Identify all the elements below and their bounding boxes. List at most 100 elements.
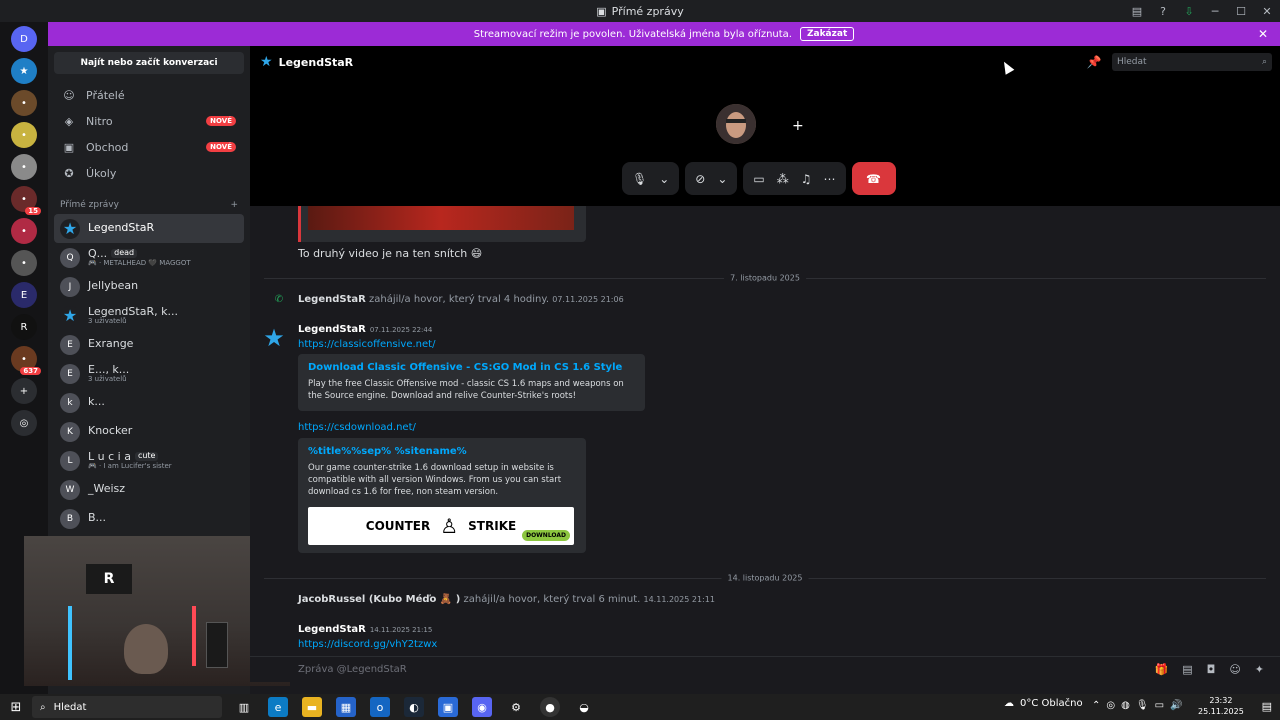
add-participant-icon[interactable]: + <box>792 118 804 134</box>
server-icon[interactable]: • <box>11 250 37 276</box>
close-button[interactable]: ✕ <box>1254 5 1280 18</box>
screenshare-icon[interactable]: ▭ <box>753 172 764 186</box>
chevron-down-icon[interactable]: ⌄ <box>717 172 727 186</box>
download-icon[interactable]: ⇩ <box>1176 5 1202 18</box>
taskbar-clock[interactable]: 23:32 25.11.2025 <box>1198 696 1244 718</box>
gift-icon[interactable]: 🎁 <box>1155 663 1169 676</box>
outlook-icon[interactable]: o <box>370 697 390 717</box>
camera-control[interactable]: ⊘ ⌄ <box>685 162 738 195</box>
app-icon[interactable]: ▣ <box>438 697 458 717</box>
dm-item[interactable]: W _Weisz <box>54 475 244 504</box>
dm-item[interactable]: E Exrange <box>54 330 244 359</box>
notification-icon[interactable]: ▤ <box>1262 700 1272 713</box>
dm-item[interactable]: k k... <box>54 388 244 417</box>
embed-image[interactable]: COUNTER ♙ STRIKE DOWNLOAD <box>308 506 574 545</box>
message-avatar[interactable]: ★ <box>260 324 288 352</box>
emoji-icon[interactable]: ☺ <box>1229 663 1240 676</box>
windows-start-icon[interactable]: ⊞ <box>0 700 32 715</box>
nav-item-úkoly[interactable]: ✪ Úkoly <box>54 160 244 186</box>
message-link[interactable]: https://classicoffensive.net/ <box>298 339 435 350</box>
dm-item[interactable]: Q Q... dead 🎮 · METALHEAD 🖤 MAGGOT <box>54 243 244 272</box>
activities-icon[interactable]: ⁂ <box>777 172 789 186</box>
inbox-icon[interactable]: ▤ <box>1124 5 1150 18</box>
server-icon[interactable]: • <box>11 122 37 148</box>
mic-icon[interactable]: 🎙 <box>1136 700 1149 711</box>
minimize-button[interactable]: ─ <box>1202 5 1228 18</box>
find-conversation-button[interactable]: Najít nebo začít konverzaci <box>54 52 244 74</box>
soundboard-icon[interactable]: ♫ <box>801 172 812 186</box>
more-icon[interactable]: ⋯ <box>824 172 836 186</box>
dm-item[interactable]: J Jellybean <box>54 272 244 301</box>
chevron-down-icon[interactable]: ⌄ <box>659 172 669 186</box>
system-tray[interactable]: ⌃ ◎ ◍ 🎙 ▭ 🔊 <box>1092 700 1182 711</box>
steam-icon[interactable]: ◐ <box>404 697 424 717</box>
help-icon[interactable]: ? <box>1150 5 1176 18</box>
nav-item-nitro[interactable]: ◈ Nitro NOVÉ <box>54 108 244 134</box>
nav-item-přátelé[interactable]: ☺ Přátelé <box>54 82 244 108</box>
message-author[interactable]: LegendStaR <box>298 324 366 335</box>
video-thumbnail[interactable] <box>308 206 574 230</box>
server-icon[interactable]: ◎ <box>11 410 37 436</box>
server-icon[interactable]: D <box>11 26 37 52</box>
pin-icon[interactable]: 📌 <box>1087 55 1102 69</box>
message-author[interactable]: LegendStaR <box>298 624 366 635</box>
embed-title[interactable]: Download Classic Offensive - CS:GO Mod i… <box>308 362 635 373</box>
sticker-icon[interactable]: ◘ <box>1207 663 1216 676</box>
apps-icon[interactable]: ✦ <box>1255 663 1264 676</box>
settings-icon[interactable]: ⚙ <box>506 697 526 717</box>
edge-icon[interactable]: e <box>268 697 288 717</box>
hangup-icon[interactable]: ☎ <box>866 172 881 186</box>
chevron-up-icon[interactable]: ⌃ <box>1092 700 1100 711</box>
server-icon[interactable]: • 637 <box>11 346 41 375</box>
close-icon[interactable]: ✕ <box>1258 27 1268 41</box>
maximize-button[interactable]: ☐ <box>1228 5 1254 18</box>
create-dm-icon[interactable]: + <box>230 200 238 210</box>
gif-icon[interactable]: ▤ <box>1182 663 1192 676</box>
discord-icon[interactable]: ◉ <box>472 697 492 717</box>
dm-item[interactable]: B B... <box>54 504 244 533</box>
tray-app-icon[interactable]: ◍ <box>1121 700 1130 711</box>
activity-controls[interactable]: ▭ ⁂ ♫ ⋯ <box>743 162 846 195</box>
message-composer[interactable]: Zpráva @LegendStaR 🎁 ▤ ◘ ☺ ✦ <box>250 656 1280 682</box>
server-icon[interactable]: ★ <box>11 58 37 84</box>
camera-off-icon[interactable]: ⊘ <box>695 172 705 186</box>
server-icon[interactable]: • <box>11 154 37 180</box>
date-divider-label: 14. listopadu 2025 <box>721 573 809 583</box>
network-icon[interactable]: ▭ <box>1155 700 1164 711</box>
server-icon[interactable]: R <box>11 314 37 340</box>
store-icon[interactable]: ▦ <box>336 697 356 717</box>
hangup-button[interactable]: ☎ <box>851 162 896 195</box>
mic-icon[interactable]: 🎙 <box>632 172 647 186</box>
call-text: zahájil/a hovor, který trval 4 hodiny. <box>369 294 550 305</box>
obs-icon[interactable]: ● <box>540 697 560 717</box>
volume-icon[interactable]: 🔊 <box>1170 700 1182 711</box>
server-icon[interactable]: + <box>11 378 37 404</box>
video-embed[interactable] <box>298 206 586 242</box>
mic-control[interactable]: 🎙 ⌄ <box>622 162 680 195</box>
dm-name: Knocker <box>88 424 133 438</box>
explorer-icon[interactable]: ▬ <box>302 697 322 717</box>
embed-title[interactable]: %title%%sep% %sitename% <box>308 446 576 457</box>
caller-name[interactable]: JacobRussel (Kubo Méďo 🧸 ) <box>298 594 460 605</box>
message-link[interactable]: https://discord.gg/vhY2tzwx <box>298 639 437 650</box>
dm-item[interactable]: K Knocker <box>54 417 244 446</box>
server-icon[interactable]: E <box>11 282 37 308</box>
app-icon[interactable]: ◒ <box>574 697 594 717</box>
taskbar-search[interactable]: ⌕ Hledat <box>32 696 222 718</box>
dm-item[interactable]: L L u c i a cute 🎮 · I am Lucifer's sister <box>54 446 244 475</box>
nav-item-obchod[interactable]: ▣ Obchod NOVÉ <box>54 134 244 160</box>
message-link[interactable]: https://csdownload.net/ <box>298 422 416 433</box>
weather-widget[interactable]: ☁ 0°C Oblačno <box>1004 698 1083 709</box>
caller-name[interactable]: LegendStaR <box>298 294 366 305</box>
search-input[interactable]: Hledat ⌕ <box>1112 53 1272 71</box>
dm-item[interactable]: E E..., k... 3 uživatelů <box>54 359 244 388</box>
server-icon[interactable]: • <box>11 90 37 116</box>
dm-item[interactable]: ★ LegendStaR <box>54 214 244 243</box>
call-participant-avatar[interactable] <box>716 104 756 144</box>
tray-app-icon[interactable]: ◎ <box>1106 700 1115 711</box>
disable-streaming-button[interactable]: Zakázat <box>799 27 855 41</box>
server-icon[interactable]: • <box>11 218 37 244</box>
dm-item[interactable]: ★ LegendStaR, k... 3 uživatelů <box>54 301 244 330</box>
server-icon[interactable]: • 15 <box>11 186 41 215</box>
task-view-icon[interactable]: ▥ <box>234 697 254 717</box>
